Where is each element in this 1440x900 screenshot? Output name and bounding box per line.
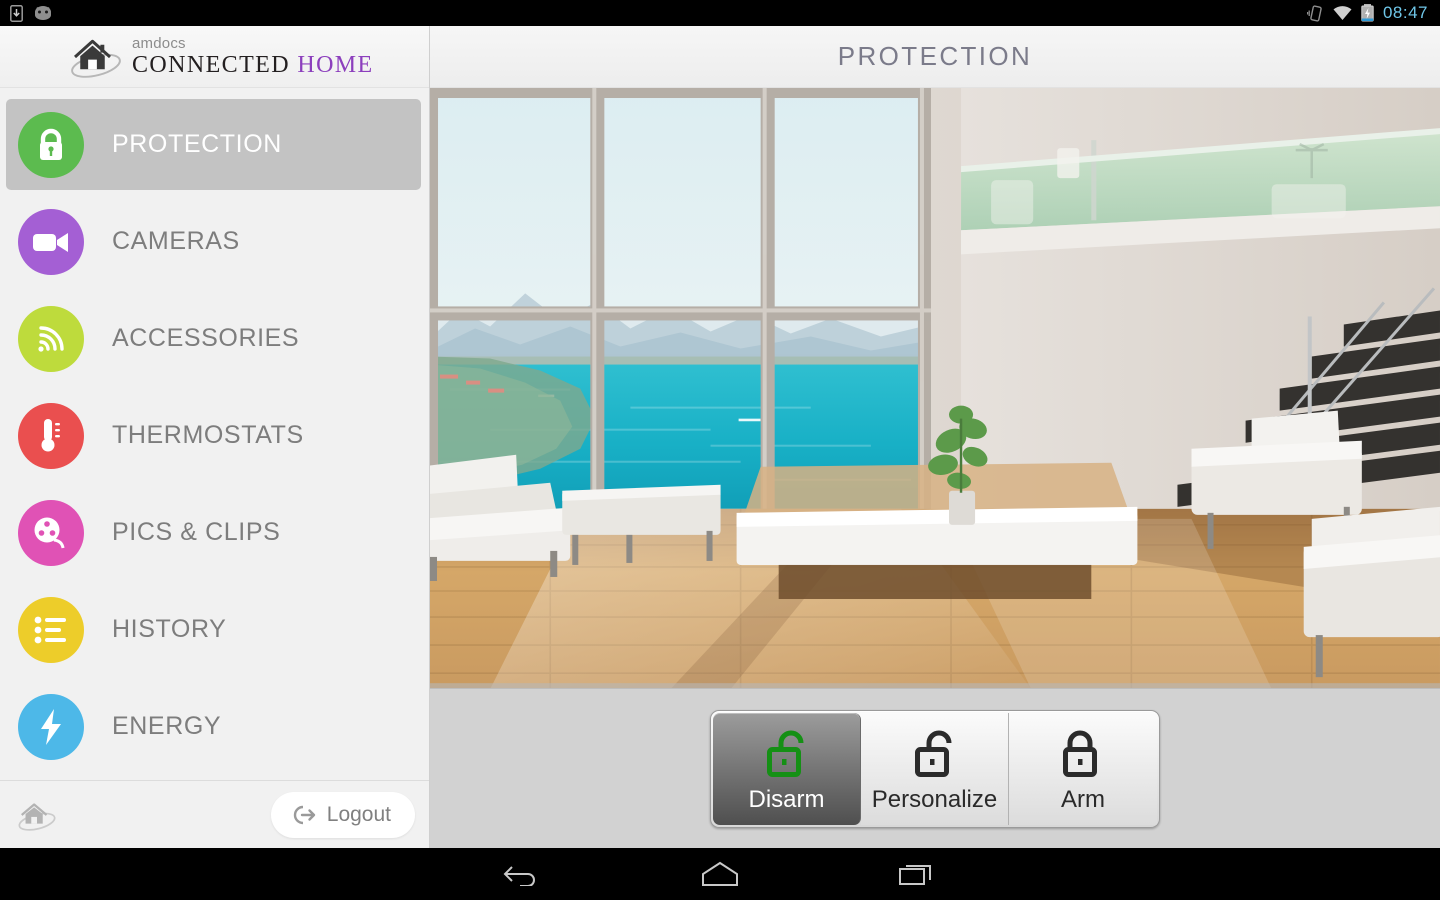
living-room-illustration	[430, 88, 1440, 688]
lightning-bolt-icon	[18, 693, 84, 760]
disarm-button[interactable]: Disarm	[713, 712, 861, 825]
sidebar-item-thermostats[interactable]: THERMOSTATS	[0, 387, 429, 484]
sidebar-item-label: HISTORY	[112, 615, 227, 643]
sidebar-item-label: THERMOSTATS	[112, 421, 304, 449]
arm-button[interactable]: Arm	[1009, 712, 1157, 825]
brand-connected: CONNECTED	[132, 52, 290, 78]
status-left-icons	[0, 4, 53, 22]
lock-open-green-icon	[761, 724, 813, 780]
lock-closed-icon	[18, 111, 84, 178]
arm-label: Arm	[1061, 785, 1105, 813]
personalize-label: Personalize	[871, 785, 998, 813]
arm-control-bar: Disarm Personalize Arm	[430, 688, 1440, 848]
page-title: PROTECTION	[837, 41, 1033, 71]
wifi-icon	[1333, 5, 1352, 20]
sidebar-item-label: PICS & CLIPS	[112, 518, 281, 546]
app-window: amdocs CONNECTED HOME PROTECTION CAMERAS…	[0, 26, 1440, 848]
recents-icon	[899, 865, 931, 885]
personalize-button[interactable]: Personalize	[861, 712, 1009, 825]
sidebar-item-cameras[interactable]: CAMERAS	[0, 193, 429, 290]
brand-subtitle: amdocs	[132, 35, 186, 52]
lock-closed-icon	[1057, 724, 1109, 780]
sidebar-item-label: PROTECTION	[112, 130, 282, 158]
status-clock: 08:47	[1382, 3, 1428, 22]
logout-label: Logout	[326, 802, 391, 826]
android-debug-icon	[35, 6, 51, 20]
disarm-label: Disarm	[748, 785, 825, 813]
android-nav-bar	[0, 848, 1440, 900]
house-swoosh-icon[interactable]	[16, 798, 58, 832]
sidebar-item-pics-clips[interactable]: PICS & CLIPS	[0, 484, 429, 581]
film-reel-icon	[18, 499, 84, 566]
sidebar: amdocs CONNECTED HOME PROTECTION CAMERAS…	[0, 26, 430, 848]
wifi-signal-icon	[18, 305, 84, 372]
sidebar-item-energy[interactable]: ENERGY	[0, 678, 429, 775]
sidebar-item-label: ACCESSORIES	[112, 324, 300, 352]
sidebar-item-label: ENERGY	[112, 712, 222, 740]
list-icon	[18, 596, 84, 663]
content-area: PROTECTION Disarm Personalize Arm	[430, 26, 1440, 848]
sidebar-item-protection[interactable]: PROTECTION	[0, 96, 429, 193]
android-status-bar: 08:47	[0, 0, 1440, 26]
logout-button[interactable]: Logout	[270, 791, 415, 838]
brand-header: amdocs CONNECTED HOME	[0, 26, 429, 88]
brand-home: HOME	[297, 52, 374, 78]
vibrate-icon	[1306, 4, 1322, 22]
sidebar-item-history[interactable]: HISTORY	[0, 581, 429, 678]
tablet-screen: 08:47 amdocs CONNECTED HOME PROTECTION C…	[0, 0, 1440, 900]
battery-charging-icon	[1361, 4, 1374, 22]
back-button[interactable]	[487, 854, 557, 894]
status-right-icons: 08:47	[1306, 3, 1440, 23]
sidebar-nav: PROTECTION CAMERAS ACCESSORIES THERMOSTA…	[0, 88, 429, 780]
page-header: PROTECTION	[430, 26, 1440, 88]
arm-mode-segmented-control: Disarm Personalize Arm	[710, 709, 1160, 828]
download-icon	[10, 4, 23, 22]
sidebar-footer: Logout	[0, 780, 429, 848]
video-camera-icon	[18, 208, 84, 275]
house-swoosh-logo	[71, 39, 121, 78]
lock-open-icon	[909, 724, 961, 780]
back-arrow-icon	[503, 866, 535, 886]
room-photo	[430, 88, 1440, 688]
home-icon	[702, 861, 738, 886]
brand-title: CONNECTED HOME	[132, 53, 374, 77]
logout-arrow-icon	[293, 805, 315, 824]
sidebar-item-label: CAMERAS	[112, 227, 240, 255]
sidebar-item-accessories[interactable]: ACCESSORIES	[0, 290, 429, 387]
home-button[interactable]	[685, 854, 755, 894]
thermometer-icon	[18, 402, 84, 469]
recents-button[interactable]	[883, 854, 953, 894]
